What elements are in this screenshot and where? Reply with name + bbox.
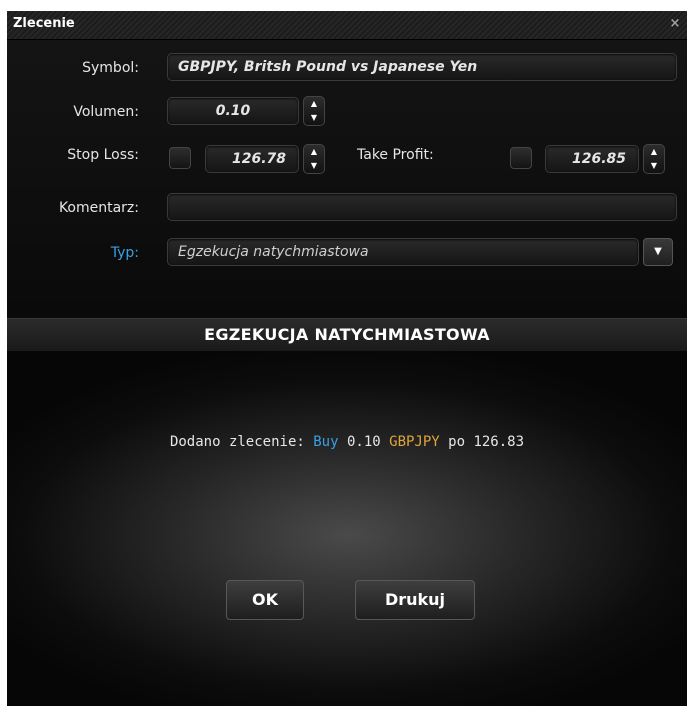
result-panel: Dodano zlecenie: Buy 0.10 GBPJPY po 126.…	[7, 351, 687, 706]
message-prefix: Dodano zlecenie:	[169, 434, 305, 450]
take-profit-input[interactable]: 126.85	[545, 145, 639, 173]
spin-down-icon[interactable]: ▼	[644, 159, 664, 173]
symbol-label: Symbol:	[82, 60, 139, 76]
order-volume: 0.10	[346, 434, 381, 450]
stop-loss-stepper[interactable]: ▲ ▼	[303, 144, 325, 174]
print-button[interactable]: Drukuj	[355, 580, 475, 620]
ok-button[interactable]: OK	[226, 580, 304, 620]
order-confirmation-message: Dodano zlecenie: Buy 0.10 GBPJPY po 126.…	[7, 434, 687, 450]
type-select[interactable]: Egzekucja natychmiastowa	[167, 238, 639, 266]
execution-title: EGZEKUCJA NATYCHMIASTOWA	[204, 325, 490, 344]
spin-up-icon[interactable]: ▲	[304, 97, 324, 111]
window-title: Zlecenie	[13, 16, 75, 31]
spin-down-icon[interactable]: ▼	[304, 159, 324, 173]
chevron-down-icon: ▼	[654, 246, 662, 257]
spin-up-icon[interactable]: ▲	[304, 145, 324, 159]
execution-banner: EGZEKUCJA NATYCHMIASTOWA	[7, 318, 687, 352]
spin-up-icon[interactable]: ▲	[644, 145, 664, 159]
volume-label: Volumen:	[73, 104, 139, 120]
order-dialog: Zlecenie × Symbol: GBPJPY, Britsh Pound …	[7, 11, 687, 706]
volume-stepper[interactable]: ▲ ▼	[303, 96, 325, 126]
spin-down-icon[interactable]: ▼	[304, 111, 324, 125]
price-prefix: po	[448, 434, 466, 450]
order-price: 126.83	[473, 434, 525, 450]
stop-loss-input[interactable]: 126.78	[205, 145, 299, 173]
take-profit-stepper[interactable]: ▲ ▼	[643, 144, 665, 174]
comment-input[interactable]	[167, 193, 677, 221]
dropdown-button[interactable]: ▼	[643, 238, 673, 266]
type-label: Typ:	[110, 245, 139, 261]
take-profit-checkbox[interactable]	[510, 147, 532, 169]
comment-label: Komentarz:	[58, 200, 139, 216]
volume-input[interactable]: 0.10	[167, 97, 299, 125]
close-icon[interactable]: ×	[667, 16, 683, 32]
order-form: Symbol: GBPJPY, Britsh Pound vs Japanese…	[7, 40, 687, 318]
take-profit-label: Take Profit:	[357, 147, 434, 163]
stop-loss-checkbox[interactable]	[169, 147, 191, 169]
symbol-field[interactable]: GBPJPY, Britsh Pound vs Japanese Yen	[167, 53, 677, 81]
order-side: Buy	[313, 434, 339, 450]
stop-loss-label: Stop Loss:	[67, 147, 139, 163]
title-bar[interactable]: Zlecenie ×	[7, 11, 687, 40]
order-symbol: GBPJPY	[389, 434, 440, 450]
